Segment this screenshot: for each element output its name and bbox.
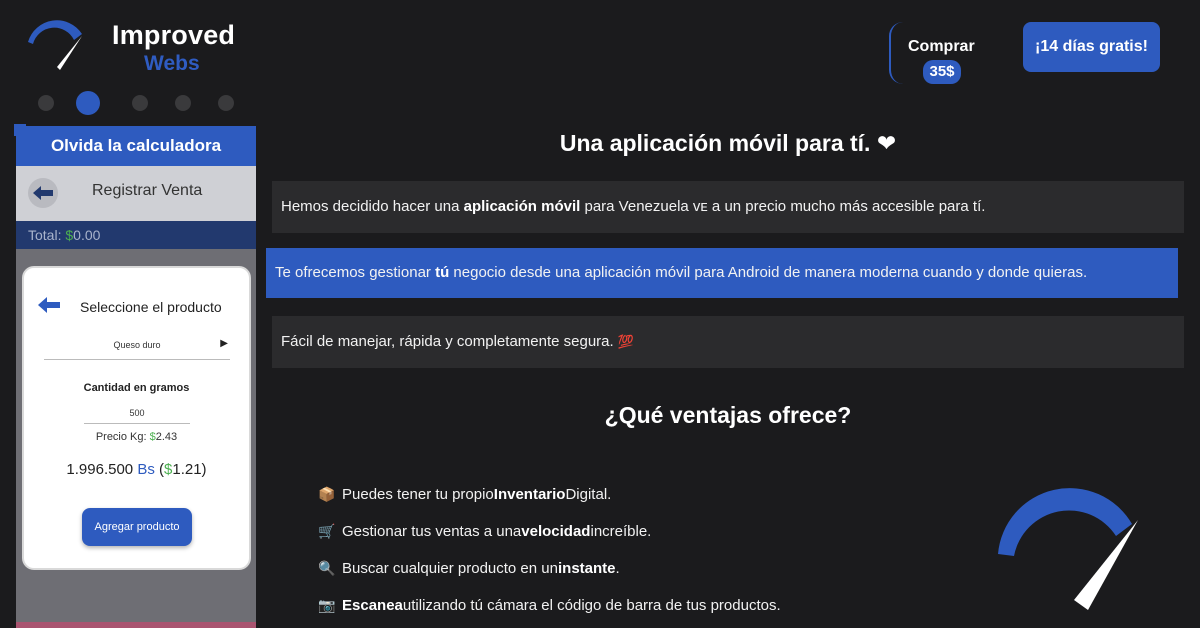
product-total: 1.996.500 Bs ($1.21): [24, 461, 249, 478]
item-bold: velocidad: [521, 523, 591, 540]
total-bs: Bs: [137, 461, 155, 478]
item-bold: Escanea: [342, 597, 403, 614]
price-value: 2.43: [155, 431, 178, 443]
list-item: 🔍 Buscar cualquier producto en un instant…: [318, 550, 958, 587]
item-text: Gestionar tus ventas a una: [342, 523, 522, 540]
brand-subtitle: Webs: [144, 52, 200, 75]
carousel-dot-active[interactable]: [76, 91, 100, 115]
phone-screen-header: Registrar Venta: [16, 166, 256, 221]
info-text: Fácil de manejar, rápida y completamente…: [281, 333, 614, 350]
total-bar: Total: $0.00: [16, 221, 256, 249]
advantages-list: 📦 Puedes tener tu propio Inventario Digit…: [318, 476, 958, 624]
info-box-easy: Fácil de manejar, rápida y completamente…: [272, 316, 1184, 368]
advantages-title: ¿Qué ventajas ofrece?: [604, 402, 852, 428]
brand-title: Improved: [112, 20, 236, 50]
total-amount: 1.996.500: [66, 461, 134, 478]
item-text: .: [615, 560, 620, 577]
list-item: 📷 Escanea utilizando tú cámara el código …: [318, 587, 958, 624]
phone-header: Olvida la calculadora: [16, 126, 256, 166]
price-label: Precio Kg:: [95, 431, 150, 443]
list-item: 📦 Puedes tener tu propio Inventario Digit…: [318, 476, 958, 513]
arrow-left-icon[interactable]: [38, 296, 60, 314]
dialog-title: Seleccione el producto: [80, 299, 222, 315]
item-bold: instante: [557, 560, 616, 577]
add-product-button[interactable]: Agregar producto: [82, 508, 192, 546]
product-select-value: Queso duro: [113, 340, 161, 350]
info-box-app: Hemos decidido hacer una aplicación móvi…: [272, 181, 1184, 233]
page-title: Una aplicación móvil para tí. ❤: [272, 130, 1184, 157]
item-text: increíble.: [590, 523, 652, 540]
carousel-dot[interactable]: [175, 95, 191, 111]
item-text: Buscar cualquier producto en un: [342, 560, 558, 577]
page-title-text: Una aplicación móvil para tí.: [559, 130, 871, 156]
item-text: Puedes tener tu propio: [342, 486, 494, 503]
caret-right-icon: ▶: [220, 338, 228, 349]
quantity-input[interactable]: 500: [84, 408, 190, 424]
screen-title: Registrar Venta: [92, 182, 203, 199]
info-text: Hemos decidido hacer una: [281, 198, 464, 215]
total-value: 0.00: [73, 227, 101, 243]
info-text: negocio desde una aplicación móvil para …: [449, 264, 1088, 281]
total-usd-value: 1.21): [172, 461, 207, 478]
back-button[interactable]: [28, 178, 58, 208]
info-box-business: Te ofrecemos gestionar tú negocio desde …: [266, 248, 1178, 298]
list-item: 🛒 Gestionar tus ventas a una velocidad in…: [318, 513, 958, 550]
package-icon: 📦: [318, 486, 336, 502]
select-product-dialog: Seleccione el producto Queso duro ▶ Canti…: [22, 266, 251, 570]
camera-icon: 📷: [318, 597, 336, 613]
item-bold: Inventario: [493, 486, 566, 503]
product-select[interactable]: Queso duro ▶: [44, 338, 230, 360]
buy-label: Comprar: [908, 38, 975, 55]
price-per-kg: Precio Kg: $2.43: [24, 431, 249, 443]
info-text: Te ofrecemos gestionar: [275, 264, 436, 281]
buy-button[interactable]: Comprar 35$: [889, 22, 989, 84]
buy-price-badge: 35$: [923, 60, 961, 84]
quantity-label: Cantidad en gramos: [83, 382, 190, 394]
carousel-dot[interactable]: [38, 95, 54, 111]
brand-logo[interactable]: Improved Webs: [24, 18, 254, 78]
hundred-points-icon: 💯: [617, 334, 635, 349]
carousel-dot[interactable]: [132, 95, 148, 111]
info-bold: aplicación móvil: [463, 198, 581, 215]
info-bold: tú: [435, 264, 450, 281]
phone-bottom-strip: [16, 622, 256, 628]
search-icon: 🔍: [318, 560, 336, 576]
item-text: Digital.: [565, 486, 612, 503]
total-currency: $: [65, 227, 74, 243]
speedometer-logo-icon: [28, 20, 82, 70]
carousel-dots: [38, 91, 238, 115]
cart-icon: 🛒: [318, 523, 336, 539]
free-trial-button[interactable]: ¡14 días gratis!: [1023, 22, 1160, 72]
carousel-dot[interactable]: [218, 95, 234, 111]
heart-icon: ❤: [876, 130, 897, 156]
item-text: utilizando tú cámara el código de barra …: [402, 597, 781, 614]
arrow-left-icon: [33, 186, 53, 200]
speedometer-decoration-icon: [998, 488, 1138, 610]
total-label: Total:: [28, 227, 66, 243]
info-text: para Venezuela ᴠᴇ a un precio mucho más …: [580, 198, 986, 215]
